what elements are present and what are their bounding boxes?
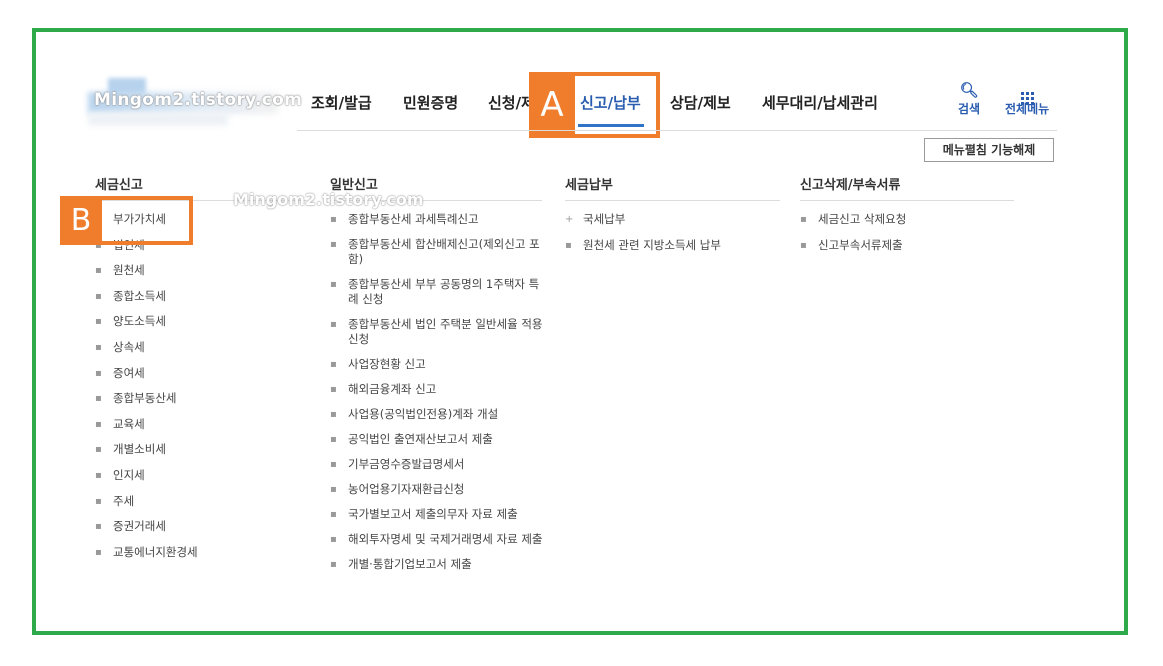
list-item[interactable]: ▪ 종합소득세	[95, 289, 295, 304]
column-title-delete-attachments: 신고삭제/부속서류	[800, 178, 901, 193]
column-title-tax-report: 세금신고	[95, 178, 143, 193]
list-item[interactable]: ▪ 사업장현황 신고	[330, 357, 545, 372]
column-divider	[800, 200, 1014, 201]
list-item[interactable]: ▪ 종합부동산세 과세특례신고	[330, 212, 545, 227]
delete-attachments-list: ▪ 세금신고 삭제요청 ▪ 신고부속서류제출	[800, 212, 1014, 253]
annotation-b-box	[60, 196, 193, 245]
list-item[interactable]: ▪ 세금신고 삭제요청	[800, 212, 1014, 227]
list-item[interactable]: ▪ 주세	[95, 494, 295, 509]
search-label: 검색	[958, 102, 981, 116]
list-item[interactable]: ▪ 국가별보고서 제출의무자 자료 제출	[330, 507, 545, 522]
list-item[interactable]: ▪ 사업용(공익법인전용)계좌 개설	[330, 407, 545, 422]
plus-icon: +	[565, 214, 574, 225]
watermark-text-2: Mingom2.tistory.com	[233, 190, 424, 209]
list-item[interactable]: ▪ 농어업용기자재환급신청	[330, 482, 545, 497]
grid-icon	[1005, 82, 1049, 105]
list-item[interactable]: ▪ 원천세 관련 지방소득세 납부	[565, 238, 780, 253]
list-item[interactable]: ▪ 종합부동산세 법인 주택분 일반세율 적용 신청	[330, 317, 545, 347]
nav-item-consult[interactable]: 상담/제보	[670, 92, 731, 113]
list-item[interactable]: ▪ 상속세	[95, 340, 295, 355]
list-item[interactable]: ▪ 기부금영수증발급명세서	[330, 457, 545, 472]
list-item[interactable]: ▪ 교통에너지환경세	[95, 545, 295, 560]
nav-item-apply[interactable]: 신청/제	[488, 92, 535, 113]
tax-payment-list: + 국세납부 ▪ 원천세 관련 지방소득세 납부	[565, 212, 780, 253]
list-item[interactable]: ▪ 해외금융계좌 신고	[330, 382, 545, 397]
list-item[interactable]: ▪ 종합부동산세	[95, 391, 295, 406]
list-item[interactable]: ▪ 신고부속서류제출	[800, 238, 1014, 253]
list-item[interactable]: ▪ 개별·통합기업보고서 제출	[330, 557, 545, 572]
header-divider	[297, 130, 1057, 131]
column-divider	[565, 200, 780, 201]
list-item[interactable]: ▪ 개별소비세	[95, 442, 295, 457]
list-item[interactable]: ▪ 해외투자명세 및 국제거래명세 자료 제출	[330, 532, 545, 547]
watermark-text: Mingom2.tistory.com	[94, 90, 303, 110]
list-item[interactable]: ▪ 원천세	[95, 263, 295, 278]
nav-item-certificate[interactable]: 민원증명	[403, 92, 458, 113]
menu-expand-off-button[interactable]: 메뉴펼침 기능해제	[924, 138, 1054, 162]
search-icon: 🔍︎	[959, 81, 979, 99]
list-item[interactable]: ▪ 양도소득세	[95, 314, 295, 329]
list-item[interactable]: ▪ 종합부동산세 합산배제신고(제외신고 포함)	[330, 237, 545, 267]
list-item[interactable]: ▪ 교육세	[95, 417, 295, 432]
annotation-a-box	[529, 72, 660, 138]
list-item[interactable]: + 국세납부	[565, 212, 780, 227]
list-item[interactable]: ▪ 증여세	[95, 366, 295, 381]
nav-item-inquiry[interactable]: 조회/발급	[311, 92, 372, 113]
nav-item-tax-agent[interactable]: 세무대리/납세관리	[762, 92, 878, 113]
all-menu-button[interactable]: 전체메뉴	[1005, 82, 1049, 117]
search-button[interactable]: 🔍︎ 검색	[958, 82, 980, 117]
site-logo[interactable]: Mingom2.tistory.com	[88, 78, 302, 128]
list-item[interactable]: ▪ 종합부동산세 부부 공동명의 1주택자 특례 신청	[330, 277, 545, 307]
general-report-list: ▪ 종합부동산세 과세특례신고 ▪ 종합부동산세 합산배제신고(제외신고 포함) ▪…	[330, 212, 545, 572]
list-item[interactable]: ▪ 인지세	[95, 468, 295, 483]
list-item[interactable]: ▪ 공익법인 출연재산보고서 제출	[330, 432, 545, 447]
column-title-tax-payment: 세금납부	[565, 178, 613, 193]
all-menu-label: 전체메뉴	[1005, 102, 1050, 116]
list-item[interactable]: ▪ 증권거래세	[95, 519, 295, 534]
tax-report-list: ▪부가가치세 ▪법인세 ▪원천세 ▪종합소득세 ▪양도소득세 ▪상속세 ▪증여세…	[95, 212, 295, 560]
